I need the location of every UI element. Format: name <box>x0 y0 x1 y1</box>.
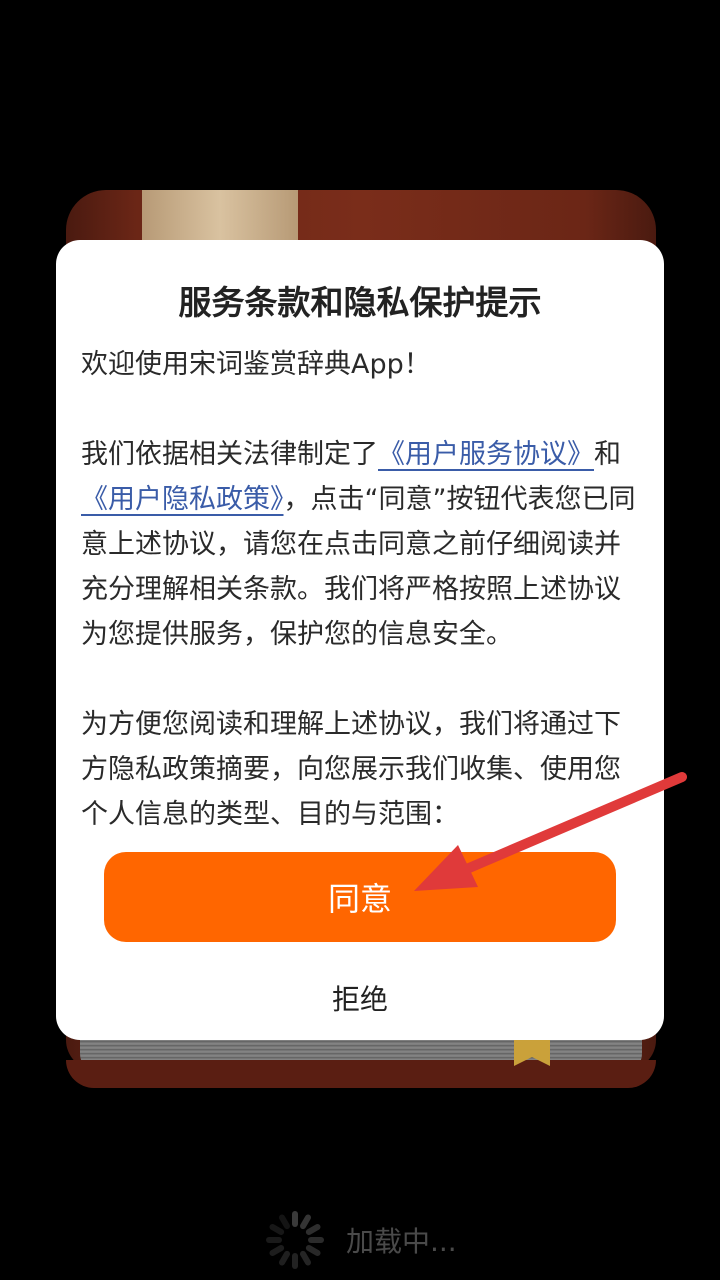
agreement-paragraph: 我们依据相关法律制定了《用户服务协议》和《用户隐私政策》，点击“同意”按钮代表您… <box>81 432 643 657</box>
para1-before-text: 我们依据相关法律制定了 <box>81 439 378 470</box>
para1-and-text: 和 <box>594 439 621 470</box>
loading-text: 加载中... <box>346 1225 457 1258</box>
service-agreement-link[interactable]: 《用户服务协议》 <box>378 439 594 470</box>
reject-button[interactable]: 拒绝 <box>260 970 460 1026</box>
spinner-icon <box>266 1211 324 1269</box>
dialog-title: 服务条款和隐私保护提示 <box>178 283 542 322</box>
privacy-policy-link[interactable]: 《用户隐私政策》 <box>81 484 284 515</box>
book-base <box>66 1060 656 1088</box>
screen: 服务条款和隐私保护提示 欢迎使用宋词鉴赏辞典App！ 我们依据相关法律制定了《用… <box>0 0 720 1280</box>
annotation-arrow-icon <box>414 772 687 891</box>
welcome-text: 欢迎使用宋词鉴赏辞典App！ <box>81 349 431 380</box>
loading-indicator: 加载中... <box>266 1210 457 1270</box>
